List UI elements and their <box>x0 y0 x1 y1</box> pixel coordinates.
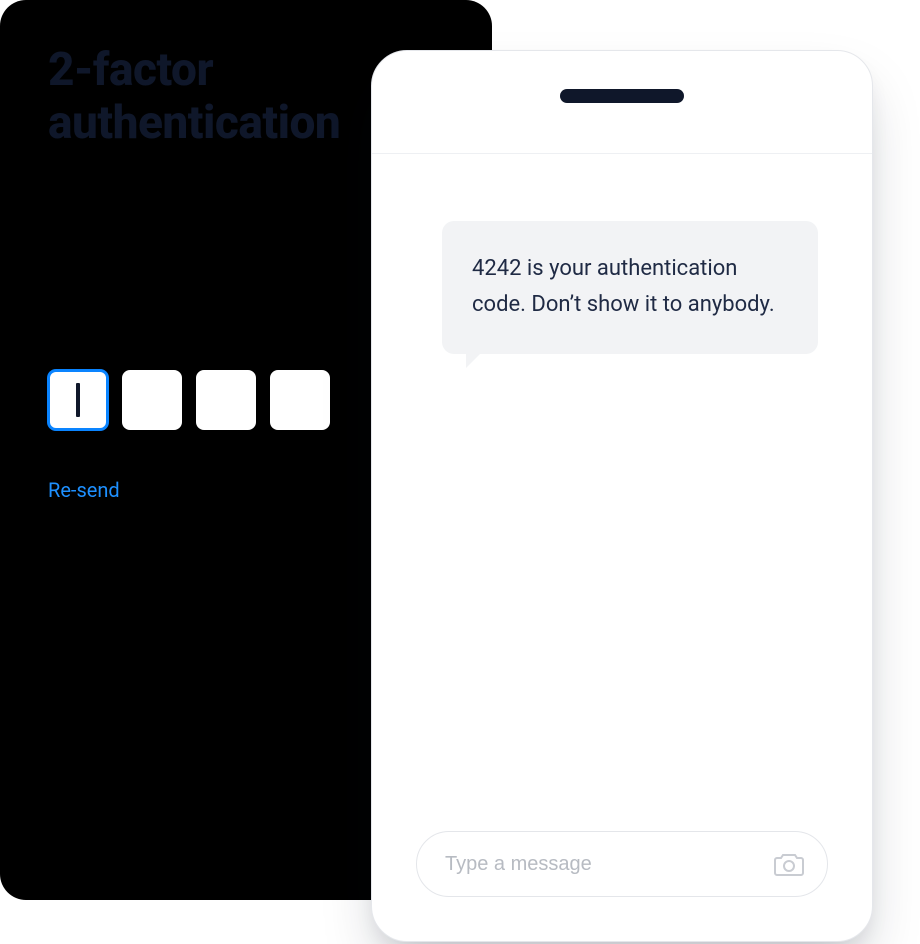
phone-header-divider <box>372 153 872 154</box>
phone-speaker <box>560 89 684 103</box>
sms-bubble-tail <box>466 350 484 368</box>
stage: 2-factor authentication Re-send 4242 is … <box>0 0 920 944</box>
code-digit-4[interactable] <box>270 370 330 430</box>
message-input[interactable] <box>445 853 761 876</box>
text-caret <box>76 383 80 417</box>
resend-link[interactable]: Re-send <box>48 478 120 502</box>
camera-icon[interactable] <box>773 850 805 878</box>
phone-screen: 4242 is your authentication code. Don’t … <box>372 51 872 941</box>
message-composer[interactable] <box>416 831 828 897</box>
sms-text: 4242 is your authentication code. Don’t … <box>472 251 788 324</box>
code-digit-1[interactable] <box>48 370 108 430</box>
code-digit-3[interactable] <box>196 370 256 430</box>
phone-frame: 4242 is your authentication code. Don’t … <box>371 50 873 942</box>
auth-title-line1: 2-factor <box>48 43 213 97</box>
sms-bubble: 4242 is your authentication code. Don’t … <box>442 221 818 354</box>
auth-title-line2: authentication <box>48 96 340 150</box>
code-digit-2[interactable] <box>122 370 182 430</box>
